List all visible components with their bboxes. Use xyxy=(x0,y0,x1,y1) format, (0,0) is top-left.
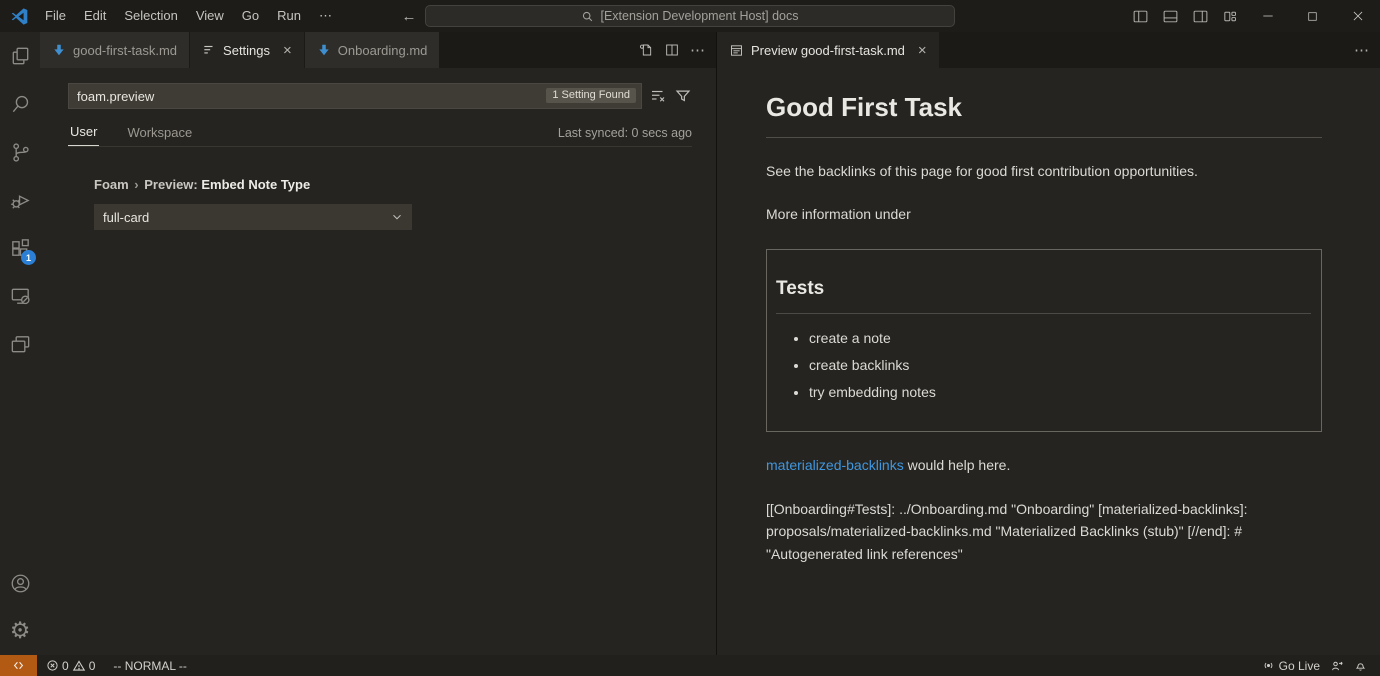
tab-good-first-task[interactable]: good-first-task.md xyxy=(40,32,190,68)
remote-indicator[interactable] xyxy=(0,655,37,676)
scope-tab-workspace[interactable]: Workspace xyxy=(125,125,194,146)
notifications-bell[interactable] xyxy=(1349,655,1372,676)
preview-title: Good First Task xyxy=(766,89,1322,138)
command-center-text: [Extension Development Host] docs xyxy=(600,9,798,23)
embed-note-type-select[interactable]: full-card xyxy=(94,204,412,230)
run-debug-icon[interactable] xyxy=(0,176,40,224)
title-bar: File Edit Selection View Go Run ⋯ ← → [E… xyxy=(0,0,1380,32)
extensions-icon[interactable]: 1 xyxy=(0,224,40,272)
setting-title: Foam › Preview: Embed Note Type xyxy=(94,177,692,192)
toggle-panel-icon[interactable] xyxy=(1155,0,1185,32)
activity-bar: 1 ⚙ xyxy=(0,32,40,655)
clear-settings-search-icon[interactable] xyxy=(649,87,667,105)
remote-icon xyxy=(12,659,25,672)
accounts-icon[interactable] xyxy=(0,559,40,607)
last-synced-label: Last synced: 0 secs ago xyxy=(558,126,692,146)
settings-editor: 1 Setting Found User Workspace Last sync… xyxy=(40,68,716,230)
scope-tab-user[interactable]: User xyxy=(68,124,99,146)
manage-gear-icon[interactable]: ⚙ xyxy=(0,607,40,655)
tab-bar-right: Preview good-first-task.md × ⋯ xyxy=(717,32,1380,68)
vim-mode-status[interactable]: -- NORMAL -- xyxy=(108,655,192,676)
preview-paragraph: See the backlinks of this page for good … xyxy=(766,161,1322,181)
command-center-search[interactable]: [Extension Development Host] docs xyxy=(425,5,955,27)
close-tab-icon[interactable]: × xyxy=(283,43,292,58)
tab-preview-good-first-task[interactable]: Preview good-first-task.md × xyxy=(717,32,940,68)
embedded-note-list: create a note create backlinks try embed… xyxy=(776,328,1311,403)
live-share-button[interactable] xyxy=(1325,655,1349,676)
error-icon xyxy=(46,659,59,672)
editor-group-left: good-first-task.md Settings × Onboarding… xyxy=(40,32,717,655)
close-window-button[interactable] xyxy=(1335,0,1380,32)
menu-view[interactable]: View xyxy=(187,0,233,32)
menu-go[interactable]: Go xyxy=(233,0,268,32)
tab-bar-left: good-first-task.md Settings × Onboarding… xyxy=(40,32,716,68)
maximize-button[interactable] xyxy=(1290,0,1335,32)
list-item: try embedding notes xyxy=(809,382,1311,402)
menu-more[interactable]: ⋯ xyxy=(310,0,341,32)
markdown-preview-icon xyxy=(729,43,744,58)
workbench: 1 ⚙ good-first-task.md Settings × xyxy=(0,32,1380,655)
settings-scope-tabs: User Workspace Last synced: 0 secs ago xyxy=(68,124,692,147)
split-editor-icon[interactable] xyxy=(664,42,680,58)
settings-result-count-badge: 1 Setting Found xyxy=(546,88,636,103)
settings-search-box: 1 Setting Found xyxy=(68,83,642,109)
open-settings-json-icon[interactable] xyxy=(638,42,654,58)
toggle-sidebar-icon[interactable] xyxy=(1125,0,1155,32)
more-actions-icon[interactable]: ⋯ xyxy=(1354,41,1370,59)
windows-view-icon[interactable] xyxy=(0,320,40,368)
menu-run[interactable]: Run xyxy=(268,0,310,32)
live-share-icon xyxy=(1330,659,1344,673)
preview-paragraph: More information under xyxy=(766,204,1322,224)
embedded-note-title: Tests xyxy=(776,275,1311,314)
editor-actions-right: ⋯ xyxy=(1354,32,1380,68)
vscode-logo-icon xyxy=(11,8,28,25)
link-references-text: [[Onboarding#Tests]: ../Onboarding.md "O… xyxy=(766,498,1322,565)
markdown-file-icon xyxy=(52,43,66,57)
problems-status[interactable]: 0 0 xyxy=(41,655,100,676)
editor-actions-left: ⋯ xyxy=(638,32,716,68)
bell-icon xyxy=(1354,659,1367,672)
go-live-button[interactable]: Go Live xyxy=(1257,655,1325,676)
menu-file[interactable]: File xyxy=(36,0,75,32)
filter-settings-icon[interactable] xyxy=(674,87,692,105)
tab-onboarding[interactable]: Onboarding.md xyxy=(305,32,441,68)
extensions-badge: 1 xyxy=(21,250,36,265)
embedded-note-card: Tests create a note create backlinks try… xyxy=(766,249,1322,431)
tab-settings[interactable]: Settings × xyxy=(190,32,305,68)
settings-editor-icon xyxy=(202,43,216,57)
chevron-down-icon xyxy=(390,210,404,224)
remote-explorer-icon[interactable] xyxy=(0,272,40,320)
markdown-preview-pane: Good First Task See the backlinks of thi… xyxy=(717,68,1380,565)
broadcast-icon xyxy=(1262,659,1275,672)
materialized-backlinks-link[interactable]: materialized-backlinks xyxy=(766,457,904,473)
backlink-line: materialized-backlinks would help here. xyxy=(766,455,1322,475)
setting-foam-preview-embed-note-type: Foam › Preview: Embed Note Type full-car… xyxy=(94,177,692,230)
editor-group-right: Preview good-first-task.md × ⋯ Good Firs… xyxy=(717,32,1380,655)
select-value: full-card xyxy=(103,210,149,225)
menu-edit[interactable]: Edit xyxy=(75,0,115,32)
search-view-icon[interactable] xyxy=(0,80,40,128)
more-actions-icon[interactable]: ⋯ xyxy=(690,41,706,59)
minimize-button[interactable] xyxy=(1245,0,1290,32)
markdown-file-icon xyxy=(317,43,331,57)
status-bar: 0 0 -- NORMAL -- Go Live xyxy=(0,655,1380,676)
search-icon xyxy=(581,10,594,23)
source-control-icon[interactable] xyxy=(0,128,40,176)
customize-layout-icon[interactable] xyxy=(1215,0,1245,32)
list-item: create a note xyxy=(809,328,1311,348)
warning-icon xyxy=(72,659,86,673)
close-tab-icon[interactable]: × xyxy=(918,43,927,58)
toggle-secondary-sidebar-icon[interactable] xyxy=(1185,0,1215,32)
list-item: create backlinks xyxy=(809,355,1311,375)
explorer-icon[interactable] xyxy=(0,32,40,80)
menu-selection[interactable]: Selection xyxy=(115,0,186,32)
nav-back-icon[interactable]: ← xyxy=(396,0,422,32)
